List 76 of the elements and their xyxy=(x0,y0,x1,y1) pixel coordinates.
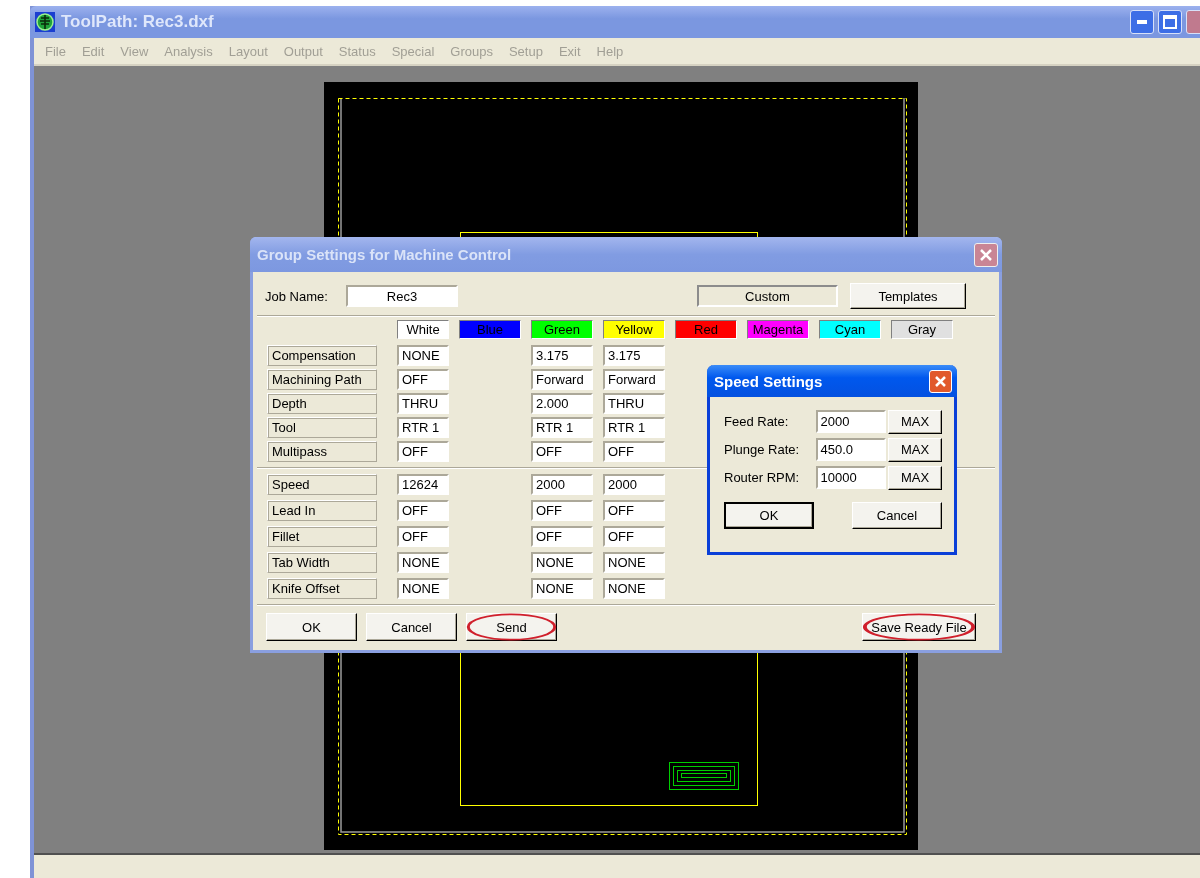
color-header: Magenta xyxy=(747,320,809,339)
color-header: Gray xyxy=(891,320,953,339)
setting-field[interactable]: 2000 xyxy=(531,474,593,495)
dialog-button[interactable]: Cancel xyxy=(852,502,942,529)
speed-field[interactable]: 10000 xyxy=(815,466,887,489)
dialog-title: Group Settings for Machine Control xyxy=(257,246,513,263)
field-label: Feed Rate: xyxy=(724,414,790,429)
setting-field[interactable]: 3.175 xyxy=(603,345,665,366)
setting-field[interactable]: 2.000 xyxy=(531,393,593,414)
setting-field[interactable]: OFF xyxy=(603,441,665,462)
row-label: Tab Width xyxy=(267,552,377,573)
templates-button[interactable]: Templates xyxy=(850,283,966,309)
setting-field[interactable]: 3.175 xyxy=(531,345,593,366)
close-icon xyxy=(979,247,993,262)
setting-field[interactable]: Forward xyxy=(531,369,593,390)
setting-field[interactable]: NONE xyxy=(603,578,665,599)
setting-field[interactable]: OFF xyxy=(397,526,449,547)
setting-field[interactable]: RTR 1 xyxy=(603,417,665,438)
row-label: Multipass xyxy=(267,441,377,462)
setting-field[interactable]: OFF xyxy=(531,500,593,521)
field-label: Plunge Rate: xyxy=(724,442,801,457)
setting-field[interactable]: OFF xyxy=(603,526,665,547)
setting-field[interactable]: NONE xyxy=(397,552,449,573)
minimize-icon xyxy=(1137,20,1147,24)
dialog-button[interactable]: OK xyxy=(266,613,357,641)
minimize-button[interactable] xyxy=(1130,10,1154,34)
setting-field[interactable]: RTR 1 xyxy=(397,417,449,438)
row-label: Speed xyxy=(267,474,377,495)
row-label: Machining Path xyxy=(267,369,377,390)
field-label: Router RPM: xyxy=(724,470,801,485)
setting-field[interactable]: NONE xyxy=(397,345,449,366)
color-header: White xyxy=(397,320,449,339)
row-label: Lead In xyxy=(267,500,377,521)
speed-field[interactable]: 2000 xyxy=(815,410,887,433)
template-name-field: Custom xyxy=(697,285,838,307)
setting-field[interactable]: 2000 xyxy=(603,474,665,495)
dialog-button[interactable]: OK xyxy=(724,502,814,529)
job-name-field[interactable]: Rec3 xyxy=(346,285,458,307)
close-button[interactable] xyxy=(974,242,998,267)
color-header: Cyan xyxy=(819,320,881,339)
color-header: Yellow xyxy=(603,320,665,339)
speed-field[interactable]: 450.0 xyxy=(815,438,887,461)
window-title: ToolPath: Rec3.dxf xyxy=(61,12,215,32)
setting-field[interactable]: OFF xyxy=(531,526,593,547)
max-button[interactable]: MAX xyxy=(888,409,942,434)
setting-field[interactable]: NONE xyxy=(603,552,665,573)
setting-field[interactable]: NONE xyxy=(531,578,593,599)
setting-field[interactable]: OFF xyxy=(397,500,449,521)
row-label: Knife Offset xyxy=(267,578,377,599)
maximize-icon xyxy=(1163,15,1177,29)
max-button[interactable]: MAX xyxy=(888,465,942,490)
setting-field[interactable]: OFF xyxy=(531,441,593,462)
setting-field[interactable]: Forward xyxy=(603,369,665,390)
setting-field[interactable]: OFF xyxy=(603,500,665,521)
dialog-button[interactable]: Cancel xyxy=(366,613,457,641)
setting-field[interactable]: THRU xyxy=(397,393,449,414)
close-icon xyxy=(934,374,947,388)
job-name-label: Job Name: xyxy=(265,288,329,304)
app-icon xyxy=(35,12,55,32)
maximize-button[interactable] xyxy=(1158,10,1182,34)
row-label: Depth xyxy=(267,393,377,414)
setting-field[interactable]: NONE xyxy=(531,552,593,573)
color-header: Green xyxy=(531,320,593,339)
color-header: Red xyxy=(675,320,737,339)
setting-field[interactable]: 12624 xyxy=(397,474,449,495)
dialog-title: Speed Settings xyxy=(714,372,824,390)
row-label: Fillet xyxy=(267,526,377,547)
max-button[interactable]: MAX xyxy=(888,437,942,462)
setting-field[interactable]: OFF xyxy=(397,441,449,462)
row-label: Compensation xyxy=(267,345,377,366)
setting-field[interactable]: THRU xyxy=(603,393,665,414)
color-header: Blue xyxy=(459,320,521,339)
setting-field[interactable]: OFF xyxy=(397,369,449,390)
row-label: Tool xyxy=(267,417,377,438)
setting-field[interactable]: NONE xyxy=(397,578,449,599)
setting-field[interactable]: RTR 1 xyxy=(531,417,593,438)
